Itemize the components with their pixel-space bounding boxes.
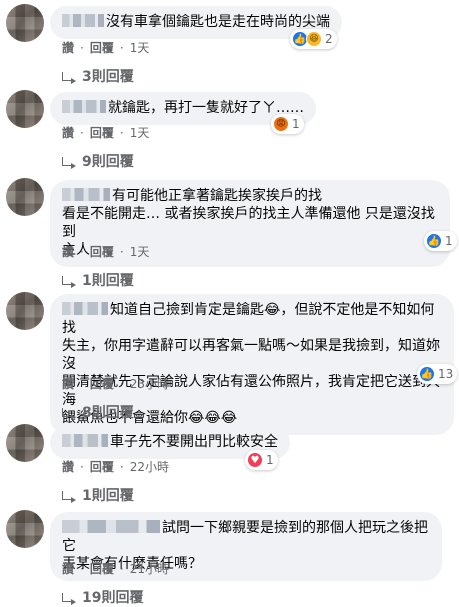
like-icon: 👍 <box>419 366 435 382</box>
blurred-author-name[interactable] <box>62 188 110 201</box>
love-icon: ♥ <box>247 452 263 468</box>
like-button[interactable]: 讚 <box>62 375 74 392</box>
comment-text: 就鑰匙，再打一隻就好了ㄚ…… <box>108 100 304 116</box>
reply-button[interactable]: 回覆 <box>90 375 114 392</box>
separator-dot: · <box>119 125 124 140</box>
angry-icon: 😡 <box>273 116 289 132</box>
comment-text: 車子先不要開出門比較安全 <box>110 434 278 450</box>
view-replies-link[interactable]: 3則回覆 <box>62 66 134 86</box>
reply-arrow-icon <box>62 275 76 288</box>
reply-button[interactable]: 回覆 <box>90 560 114 577</box>
like-button[interactable]: 讚 <box>62 124 74 141</box>
reply-arrow-icon <box>62 490 76 503</box>
comment-actions: 讚 · 回覆 · 1天 <box>62 39 149 56</box>
like-button[interactable]: 讚 <box>62 560 74 577</box>
comment-actions: 讚 · 回覆 · 22小時 <box>62 458 169 475</box>
view-replies-link[interactable]: 1則回覆 <box>62 485 134 505</box>
replies-count: 3則回覆 <box>82 69 134 85</box>
separator-dot: · <box>80 376 84 391</box>
reply-arrow-icon <box>62 156 76 169</box>
separator-dot: · <box>80 125 84 140</box>
reaction-summary[interactable]: 👍 1 <box>424 231 457 251</box>
replies-count: 9則回覆 <box>82 154 134 170</box>
reply-button[interactable]: 回覆 <box>90 124 114 141</box>
blurred-author-name[interactable] <box>62 14 104 27</box>
haha-icon: 😆 <box>306 31 322 47</box>
avatar[interactable] <box>6 292 44 330</box>
blurred-author-name[interactable] <box>62 100 106 113</box>
avatar[interactable] <box>6 424 44 462</box>
reaction-count: 1 <box>292 117 300 131</box>
view-replies-link[interactable]: 19則回覆 <box>62 587 143 607</box>
reply-arrow-icon <box>62 407 76 420</box>
reaction-count: 1 <box>266 453 274 467</box>
avatar[interactable] <box>6 4 44 42</box>
reaction-summary[interactable]: ♥ 1 <box>245 450 278 470</box>
replies-count: 1則回覆 <box>82 273 134 289</box>
timestamp[interactable]: 1天 <box>130 243 150 260</box>
avatar[interactable] <box>6 178 44 216</box>
reaction-summary[interactable]: 👍 😆 2 <box>290 29 337 49</box>
separator-dot: · <box>80 561 84 576</box>
reaction-summary[interactable]: 👍 13 <box>417 364 458 384</box>
reaction-count: 2 <box>325 32 333 46</box>
like-button[interactable]: 讚 <box>62 458 74 475</box>
separator-dot: · <box>119 40 124 55</box>
separator-dot: · <box>80 459 84 474</box>
comment-actions: 讚 · 回覆 · 1天 <box>62 124 149 141</box>
timestamp[interactable]: 22小時 <box>130 458 169 475</box>
avatar[interactable] <box>6 510 44 548</box>
reply-button[interactable]: 回覆 <box>90 458 114 475</box>
blurred-author-name[interactable] <box>62 434 108 447</box>
view-replies-link[interactable]: 8則回覆 <box>62 402 134 422</box>
separator-dot: · <box>80 244 84 259</box>
view-replies-link[interactable]: 9則回覆 <box>62 151 134 171</box>
avatar[interactable] <box>6 90 44 128</box>
like-button[interactable]: 讚 <box>62 39 74 56</box>
blurred-author-name[interactable] <box>62 302 108 315</box>
reply-button[interactable]: 回覆 <box>90 39 114 56</box>
like-button[interactable]: 讚 <box>62 243 74 260</box>
reply-button[interactable]: 回覆 <box>90 243 114 260</box>
reaction-count: 13 <box>438 367 454 381</box>
replies-count: 1則回覆 <box>82 488 134 504</box>
separator-dot: · <box>119 376 124 391</box>
separator-dot: · <box>119 244 124 259</box>
comment-actions: 讚 · 回覆 · 1天 <box>62 243 149 260</box>
replies-count: 8則回覆 <box>82 405 134 421</box>
reaction-count: 1 <box>445 234 453 248</box>
reaction-summary[interactable]: 😡 1 <box>271 114 304 134</box>
view-replies-link[interactable]: 1則回覆 <box>62 270 134 290</box>
separator-dot: · <box>119 561 124 576</box>
timestamp[interactable]: 1天 <box>130 39 150 56</box>
replies-count: 19則回覆 <box>82 590 144 606</box>
separator-dot: · <box>119 459 124 474</box>
reply-arrow-icon <box>62 71 76 84</box>
timestamp[interactable]: 23小時 <box>130 375 169 392</box>
timestamp[interactable]: 21小時 <box>130 560 169 577</box>
comment-actions: 讚 · 回覆 · 23小時 <box>62 375 169 392</box>
separator-dot: · <box>80 40 84 55</box>
reply-arrow-icon <box>62 592 76 605</box>
comment-text: 沒有車拿個鑰匙也是走在時尚的尖端 <box>106 14 330 30</box>
blurred-author-name[interactable] <box>62 520 160 533</box>
comment-actions: 讚 · 回覆 · 21小時 <box>62 560 169 577</box>
timestamp[interactable]: 1天 <box>130 124 150 141</box>
like-icon: 👍 <box>426 233 442 249</box>
